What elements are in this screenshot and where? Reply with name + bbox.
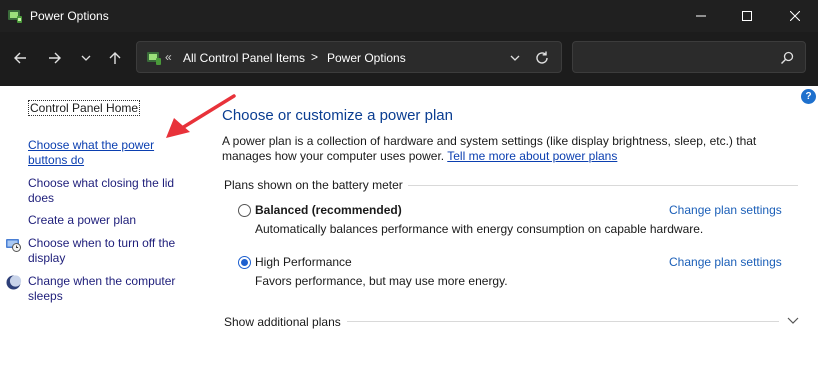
high-performance-plan-name[interactable]: High Performance: [255, 255, 352, 269]
forward-button[interactable]: [43, 46, 67, 70]
maximize-button[interactable]: [724, 0, 770, 32]
chevron-down-icon[interactable]: [786, 315, 800, 327]
title-bar: Power Options: [0, 0, 818, 32]
close-button[interactable]: [772, 0, 818, 32]
back-button[interactable]: [8, 46, 32, 70]
divider: [347, 321, 779, 322]
arrow-right-icon: [49, 52, 61, 64]
breadcrumb-all-control-panel-items[interactable]: All Control Panel Items: [183, 51, 305, 65]
help-button[interactable]: ?: [801, 89, 816, 104]
arrow-up-icon: [109, 52, 121, 64]
balanced-plan-radio[interactable]: [238, 204, 251, 217]
refresh-icon[interactable]: [533, 49, 551, 67]
battery-meter-group-header: Plans shown on the battery meter: [224, 178, 403, 192]
sidebar-control-panel-home[interactable]: Control Panel Home: [28, 100, 141, 116]
close-icon: [790, 11, 800, 21]
control-panel-icon: [147, 52, 161, 65]
high-performance-plan-radio[interactable]: [238, 256, 251, 269]
recent-locations-button[interactable]: [74, 46, 98, 70]
search-input[interactable]: [581, 48, 771, 66]
address-bar[interactable]: « All Control Panel Items > Power Option…: [136, 41, 562, 73]
page-description: A power plan is a collection of hardware…: [222, 134, 788, 164]
sidebar-item-computer-sleeps[interactable]: Change when the computer sleeps: [28, 274, 188, 304]
maximize-icon: [742, 11, 752, 21]
minimize-button[interactable]: [678, 0, 724, 32]
sleep-moon-icon: [6, 275, 22, 290]
breadcrumb-overflow[interactable]: «: [165, 50, 172, 64]
address-dropdown-icon[interactable]: [507, 50, 523, 66]
breadcrumb-separator[interactable]: >: [311, 50, 318, 64]
up-button[interactable]: [103, 46, 127, 70]
minimize-icon: [696, 15, 706, 17]
sidebar-item-closing-lid[interactable]: Choose what closing the lid does: [28, 176, 188, 206]
window-title: Power Options: [30, 9, 109, 23]
learn-more-link[interactable]: Tell me more about power plans: [447, 149, 617, 163]
breadcrumb-power-options[interactable]: Power Options: [327, 51, 406, 65]
search-box[interactable]: [572, 41, 806, 73]
high-performance-change-settings-link[interactable]: Change plan settings: [669, 255, 782, 269]
power-options-icon: [8, 10, 22, 23]
navigation-bar: « All Control Panel Items > Power Option…: [0, 32, 818, 86]
sidebar-item-turn-off-display[interactable]: Choose when to turn off the display: [28, 236, 188, 266]
page-title: Choose or customize a power plan: [222, 107, 453, 124]
chevron-down-icon: [81, 55, 91, 61]
balanced-plan-name[interactable]: Balanced (recommended): [255, 203, 402, 217]
balanced-plan-description: Automatically balances performance with …: [255, 222, 704, 236]
balanced-change-settings-link[interactable]: Change plan settings: [669, 203, 782, 217]
sidebar-item-create-plan[interactable]: Create a power plan: [28, 213, 188, 228]
divider: [408, 185, 798, 186]
high-performance-plan-description: Favors performance, but may use more ene…: [255, 274, 508, 288]
arrow-left-icon: [14, 52, 26, 64]
show-additional-plans[interactable]: Show additional plans: [224, 315, 341, 329]
search-icon[interactable]: [779, 50, 795, 66]
display-timer-icon: [6, 239, 21, 252]
